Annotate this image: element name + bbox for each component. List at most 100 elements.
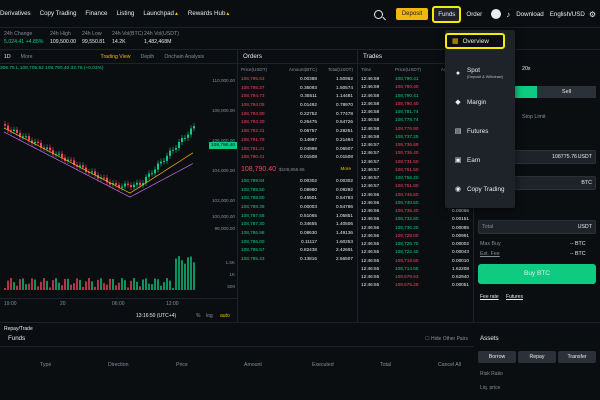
timeframe-more[interactable]: More — [21, 54, 33, 60]
trade-time: 12:46:55 — [361, 241, 380, 246]
orderbook-row[interactable]: 108,789.50 0.08980 0.09282 — [238, 186, 357, 195]
order-menu[interactable]: Order — [466, 11, 482, 18]
download-link[interactable]: Download — [516, 11, 544, 18]
trade-price: 108,678.63 — [395, 274, 419, 279]
row-amount: 0.01492 — [300, 102, 317, 108]
volume-bar — [151, 284, 153, 290]
nav-listing[interactable]: Listing — [116, 10, 134, 17]
orderbook-row[interactable]: 108,792.31 0.06757 0.28251 — [238, 127, 357, 136]
trade-time: 12:46:57 — [361, 150, 380, 156]
volume-bar — [25, 284, 27, 290]
repay-button[interactable]: Repay — [518, 351, 556, 363]
row-price: 108,794.05 — [241, 102, 265, 108]
trade-row: 12:46:55 108,726.70 0.00002 — [358, 240, 473, 248]
nav-copy-trading[interactable]: Copy Trading — [40, 10, 77, 17]
cancel-all-button[interactable]: Cancel All — [438, 362, 461, 368]
open-orders-header: Type Direction Price Amount Executed Tot… — [0, 359, 474, 371]
row-amount: 0.06757 — [300, 128, 317, 134]
row-total: 1.50574 — [336, 84, 353, 90]
dropdown-copy-trading[interactable]: ◉ Copy Trading — [445, 176, 515, 202]
scale-log[interactable]: log — [206, 313, 213, 319]
trade-amount: 0.00043 — [452, 249, 469, 255]
tab-depth[interactable]: Depth — [140, 54, 154, 60]
dropdown-margin[interactable]: ◆ Margin — [445, 89, 515, 115]
orderbook-row[interactable]: 108,793.30 0.26475 0.54726 — [238, 118, 357, 127]
hide-other-pairs-label: Hide Other Pairs — [431, 336, 468, 342]
orderbook-row[interactable]: 108,791.79 0.14987 0.21494 — [238, 136, 357, 145]
trade-price: 108,726.70 — [395, 241, 419, 246]
trade-time: 12:46:58 — [361, 117, 380, 123]
orderbook-title: Orders — [238, 50, 357, 64]
orderbook-row[interactable]: 108,785.57 0.82438 2.42691 — [238, 246, 357, 255]
dropdown-overview[interactable]: ▦ Overview — [445, 33, 505, 49]
nav-derivatives[interactable]: Derivatives — [0, 10, 31, 17]
orderbook-row[interactable]: 108,795.37 0.36093 1.50574 — [238, 84, 357, 93]
col-direction[interactable]: Direction — [108, 362, 128, 368]
dropdown-spot-label: Spot — [467, 67, 480, 74]
timeframe-selector[interactable]: 1D — [4, 54, 11, 60]
dropdown-futures-label: Futures — [467, 127, 489, 135]
nav-launchpad[interactable]: Launchpad▲ — [143, 10, 179, 17]
nav-rewards-hub[interactable]: Rewards Hub▲ — [188, 10, 230, 17]
dropdown-spot[interactable]: ● Spot (Deposit & Withdraw) — [445, 60, 515, 86]
buy-btc-button[interactable]: Buy BTC — [478, 264, 596, 284]
scale-percent[interactable]: % — [196, 313, 200, 319]
orderbook-row[interactable]: 108,791.21 0.04999 0.06507 — [238, 145, 357, 154]
dropdown-futures[interactable]: ▤ Futures — [445, 118, 515, 144]
orderbook-row[interactable]: 108,795.63 0.00388 1.50962 — [238, 75, 357, 84]
nav-finance[interactable]: Finance — [85, 10, 107, 17]
scale-auto[interactable]: auto — [220, 313, 230, 319]
borrow-button[interactable]: Borrow — [478, 351, 516, 363]
dropdown-earn[interactable]: ▣ Earn — [445, 147, 515, 173]
orderbook-row[interactable]: 108,786.98 0.08630 1.49136 — [238, 229, 357, 238]
orderbook-row[interactable]: 108,788.80 0.45501 0.54783 — [238, 194, 357, 203]
orderbook-row[interactable]: 108,787.30 0.34655 1.40506 — [238, 220, 357, 229]
price-tick: 108,000.00 — [212, 108, 235, 113]
candle-body — [157, 163, 159, 170]
orderbook-row[interactable]: 108,786.00 0.11117 1.60253 — [238, 238, 357, 247]
est-fee-label[interactable]: Est. Fee — [480, 251, 500, 257]
orderbook-row[interactable]: 108,793.90 0.22752 0.77478 — [238, 110, 357, 119]
trade-row: 12:46:55 108,719.60 0.00010 — [358, 257, 473, 265]
deposit-button[interactable]: Deposit — [395, 8, 429, 20]
search-icon[interactable] — [373, 9, 383, 19]
trade-price: 108,751.80 — [395, 183, 419, 189]
candle-body — [91, 171, 93, 173]
total-input[interactable]: Total USDT — [478, 220, 596, 234]
orderbook-row[interactable]: 108,790.41 0.01508 0.01508 — [238, 153, 357, 162]
bell-icon[interactable]: ♪ — [506, 10, 510, 19]
volume-bar — [169, 280, 171, 290]
candle-body — [124, 183, 126, 187]
orderbook-row[interactable]: 108,787.68 0.51065 1.05851 — [238, 212, 357, 221]
tab-trading-view[interactable]: Trading View — [100, 54, 130, 60]
avatar[interactable] — [491, 9, 502, 19]
candle-body — [49, 147, 51, 151]
orderbook-row[interactable]: 108,789.84 0.00302 0.00302 — [238, 177, 357, 186]
leverage-label[interactable]: 20x — [522, 66, 531, 72]
mid-price[interactable]: 108,790.40 $108,858.66 More — [238, 162, 357, 177]
orderbook-row[interactable]: 108,788.39 0.00003 0.54786 — [238, 203, 357, 212]
orderbook-row[interactable]: 108,785.43 0.13816 2.56507 — [238, 255, 357, 264]
locale-selector[interactable]: English/USD — [550, 11, 585, 18]
candlestick-chart[interactable] — [0, 64, 208, 292]
funds-dropdown: ▦ Overview ● Spot (Deposit & Withdraw) ◆ … — [445, 30, 515, 208]
orderbook-row[interactable]: 108,794.05 0.01492 0.78970 — [238, 101, 357, 110]
settings-icon[interactable]: ⚙ — [589, 10, 596, 19]
ticker-vol-usdt-value: 1,482,468M — [144, 39, 172, 45]
futures-link[interactable]: Futures — [506, 294, 523, 300]
fee-rate-link[interactable]: Fee rate — [480, 294, 499, 300]
order-type-stop-limit[interactable]: Stop Limit — [522, 114, 546, 120]
row-price: 108,790.41 — [241, 154, 265, 160]
trade-time: 12:46:57 — [361, 166, 380, 172]
tab-onchain-analysis[interactable]: Onchain Analysis — [164, 54, 204, 60]
transfer-button[interactable]: Transfer — [558, 351, 596, 363]
total-input-unit: USDT — [577, 224, 592, 230]
orderbook-more[interactable]: More — [341, 166, 351, 171]
trade-row: 12:46:56 108,728.00 0.00991 — [358, 232, 473, 240]
sell-tab[interactable]: Sell — [537, 86, 596, 98]
volume-bar — [103, 283, 105, 290]
dropdown-overview-label: Overview — [462, 37, 489, 45]
funds-button[interactable]: Funds — [432, 5, 462, 23]
hide-other-pairs[interactable]: ☐ Hide Other Pairs — [425, 331, 468, 347]
orderbook-row[interactable]: 108,794.73 0.35511 1.14481 — [238, 92, 357, 101]
